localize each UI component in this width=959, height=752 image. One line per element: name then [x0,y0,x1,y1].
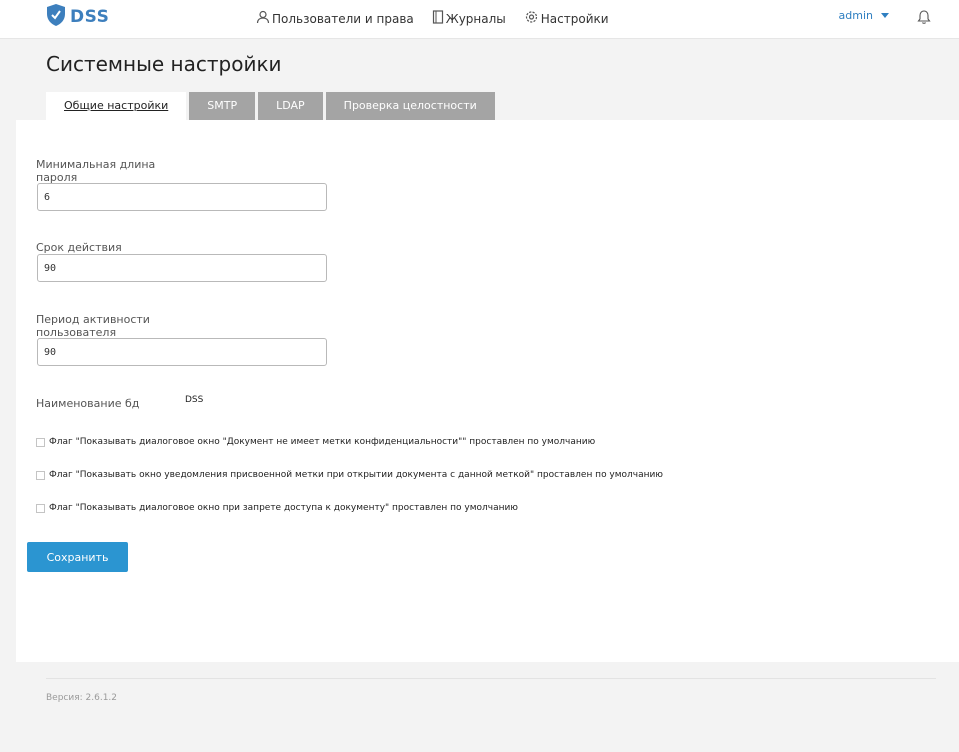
flag-access-denied-checkbox[interactable] [36,503,45,513]
save-button[interactable]: Сохранить [27,542,128,572]
flag-label-notification-row: Флаг "Показывать окно уведомления присво… [36,470,663,480]
flag-label-notification-text: Флаг "Показывать окно уведомления присво… [49,470,663,480]
nav-users-rights-label: Пользователи и права [272,11,414,26]
db-name-label: Наименование бд [36,397,140,410]
nav-journals-label: Журналы [445,11,506,26]
settings-panel: Минимальная длина пароля Срок действия п… [16,120,959,662]
nav-journals[interactable]: Журналы [432,10,506,27]
min-password-length-input[interactable] [37,183,327,211]
nav-settings-label: Настройки [540,11,609,26]
tab-integrity-check[interactable]: Проверка целостности [325,92,495,120]
settings-tabs: Общие настройки SMTP LDAP Проверка целос… [46,92,498,120]
bell-icon[interactable] [917,9,931,29]
nav-users-rights[interactable]: Пользователи и права [256,10,414,27]
version-text: Версия: 2.6.1.2 [46,693,118,703]
db-name-value: DSS [185,395,204,405]
min-password-length-label: Минимальная длина пароля [36,158,156,184]
journal-icon [432,10,446,27]
user-icon [256,10,272,27]
user-activity-period-label: Период активности пользователя [36,313,150,339]
flag-no-confidentiality-label-row: Флаг "Показывать диалоговое окно "Докуме… [36,437,595,447]
flag-no-confidentiality-label-text: Флаг "Показывать диалоговое окно "Докуме… [49,437,596,447]
flag-label-notification-checkbox[interactable] [36,470,45,480]
flag-no-confidentiality-label-checkbox[interactable] [36,437,45,447]
tab-smtp[interactable]: SMTP [189,92,256,120]
flag-access-denied-text: Флаг "Показывать диалоговое окно при зап… [49,503,518,513]
top-bar: DSS Пользователи и права Журналы Настрой… [0,0,959,39]
shield-logo-icon [46,3,66,31]
password-expiry-input[interactable] [37,254,327,282]
flag-access-denied-row: Флаг "Показывать диалоговое окно при зап… [36,503,518,513]
main-nav: Пользователи и права Журналы Настройки [256,10,627,27]
gear-icon [524,10,541,27]
username: admin [838,9,873,22]
chevron-down-icon [881,13,889,18]
footer-divider [46,678,936,679]
user-menu[interactable]: admin [839,9,889,22]
page-title: Системные настройки [46,52,282,76]
tab-general[interactable]: Общие настройки [46,92,187,120]
logo[interactable]: DSS [46,4,109,30]
logo-text: DSS [70,7,110,27]
nav-settings[interactable]: Настройки [524,10,609,27]
tab-ldap[interactable]: LDAP [258,92,323,120]
user-activity-period-input[interactable] [37,338,327,366]
